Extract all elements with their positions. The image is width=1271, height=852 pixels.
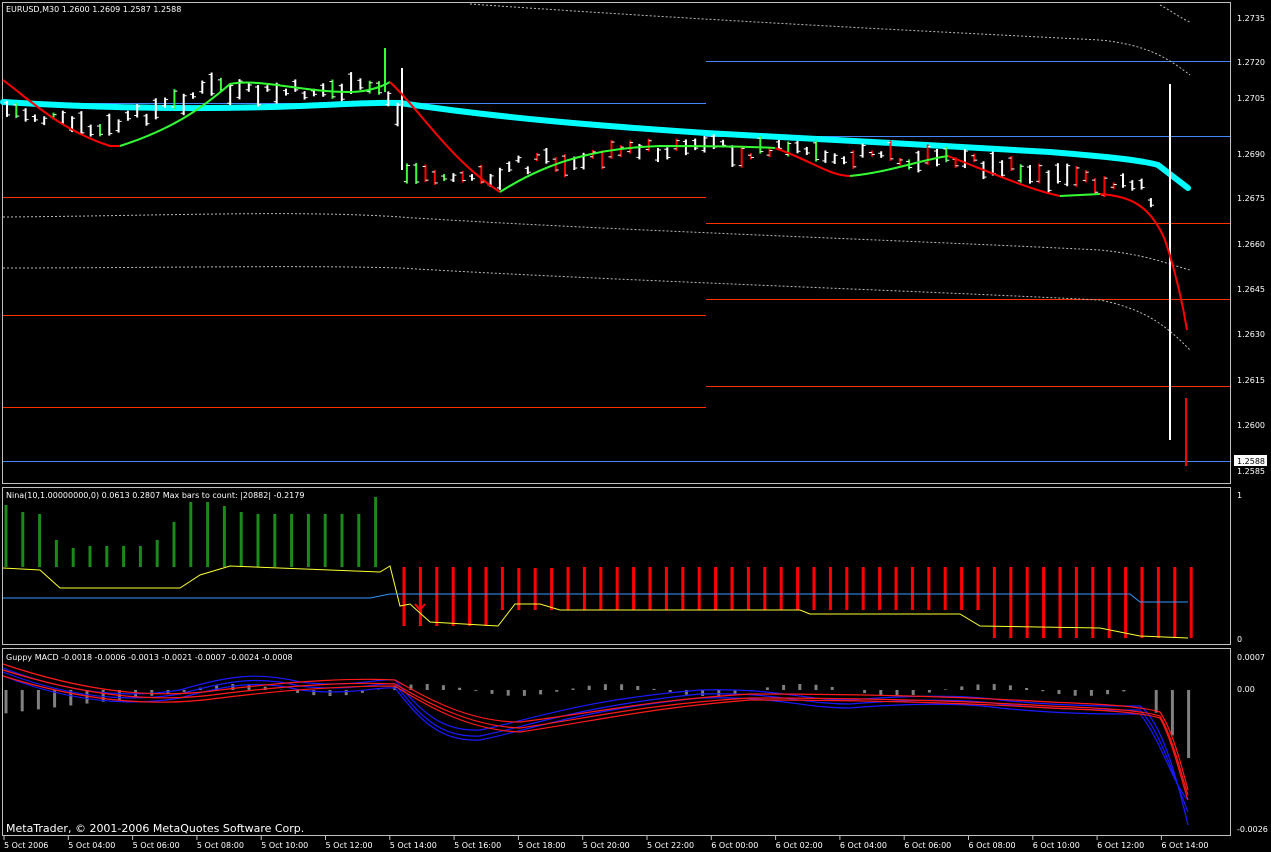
time-label: 5 Oct 16:00 xyxy=(454,841,501,850)
price-tick: 1.2660 xyxy=(1237,240,1265,249)
time-label: 5 Oct 08:00 xyxy=(197,841,244,850)
price-tick: 1.2630 xyxy=(1237,330,1265,339)
time-label: 6 Oct 04:00 xyxy=(840,841,887,850)
price-tick: 1.2615 xyxy=(1237,376,1265,385)
price-tick: 1.2585 xyxy=(1237,467,1265,476)
time-label: 5 Oct 06:00 xyxy=(133,841,180,850)
trading-chart[interactable]: EURUSD,M30 1.2600 1.2609 1.2587 1.2588 N… xyxy=(0,0,1271,852)
symbol-header: EURUSD,M30 1.2600 1.2609 1.2587 1.2588 xyxy=(6,5,181,14)
price-tick: 1.2645 xyxy=(1237,285,1265,294)
time-label: 5 Oct 10:00 xyxy=(261,841,308,850)
time-label: 5 Oct 04:00 xyxy=(68,841,115,850)
time-label: 6 Oct 02:00 xyxy=(776,841,823,850)
time-label: 5 Oct 18:00 xyxy=(518,841,565,850)
time-label: 5 Oct 20:00 xyxy=(583,841,630,850)
time-label: 5 Oct 2006 xyxy=(4,841,48,850)
price-tick: 1.2690 xyxy=(1237,150,1265,159)
price-tick: 1.2705 xyxy=(1237,94,1265,103)
macd-scale-top: 0.0007 xyxy=(1237,653,1265,662)
macd-header: Guppy MACD -0.0018 -0.0006 -0.0013 -0.00… xyxy=(6,653,293,662)
price-tick: 1.2735 xyxy=(1237,14,1265,23)
time-label: 6 Oct 10:00 xyxy=(1033,841,1080,850)
time-label: 5 Oct 22:00 xyxy=(647,841,694,850)
time-label: 6 Oct 12:00 xyxy=(1097,841,1144,850)
nina-scale-top: 1 xyxy=(1237,491,1242,500)
time-label: 6 Oct 06:00 xyxy=(904,841,951,850)
time-label: 5 Oct 14:00 xyxy=(390,841,437,850)
time-label: 6 Oct 00:00 xyxy=(711,841,758,850)
price-tick: 1.2720 xyxy=(1237,58,1265,67)
time-label: 5 Oct 12:00 xyxy=(326,841,373,850)
time-label: 6 Oct 08:00 xyxy=(969,841,1016,850)
price-tick: 1.2675 xyxy=(1237,194,1265,203)
macd-scale-mid: 0.00 xyxy=(1237,685,1255,694)
price-tick: 1.2600 xyxy=(1237,421,1265,430)
current-price-label: 1.2588 xyxy=(1237,457,1265,466)
nina-header: Nina(10,1.00000000,0) 0.0613 0.2807 Max … xyxy=(6,491,304,500)
macd-scale-bottom: -0.0026 xyxy=(1237,825,1268,834)
time-label: 6 Oct 14:00 xyxy=(1161,841,1208,850)
copyright-text: MetaTrader, © 2001-2006 MetaQuotes Softw… xyxy=(6,822,304,835)
nina-scale-bottom: 0 xyxy=(1237,635,1242,644)
